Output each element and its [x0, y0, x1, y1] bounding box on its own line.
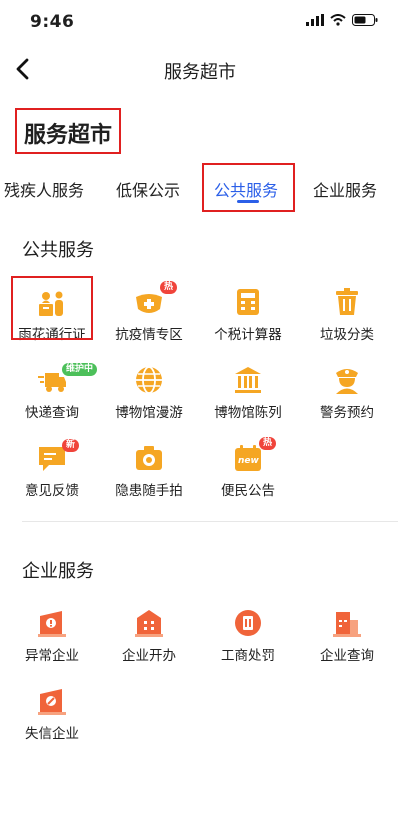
grid-item-label: 隐患随手拍	[115, 483, 183, 499]
grid-item-delivery[interactable]: 维护中 快递查询	[7, 363, 98, 435]
status-icons	[306, 14, 378, 26]
tab-enterprise-services[interactable]: 企业服务	[313, 177, 377, 201]
grid-item-label: 工商处罚	[221, 648, 275, 664]
grid-item-business-setup[interactable]: 企业开办	[104, 608, 194, 678]
grid-item-feedback[interactable]: 新 意见反馈	[7, 439, 97, 513]
grid-item-label: 快递查询	[25, 405, 79, 421]
grid-item-enterprise-search[interactable]: 企业查询	[302, 608, 392, 678]
grid-item-label: 博物馆陈列	[214, 405, 282, 421]
museum-icon	[235, 367, 261, 393]
grid-item-police[interactable]: 警务预约	[302, 365, 392, 435]
penalty-icon	[235, 610, 261, 636]
grid-item-label: 抗疫情专区	[115, 327, 183, 343]
tab-low-income[interactable]: 低保公示	[116, 177, 180, 201]
page-title-highlight: 服务超市	[15, 108, 121, 154]
grid-item-hazard-photo[interactable]: 隐患随手拍	[104, 443, 194, 513]
signal-icon	[306, 14, 324, 26]
trash-icon	[336, 288, 358, 315]
item-highlight	[11, 276, 93, 340]
section-title-public: 公共服务	[22, 240, 94, 261]
globe-icon	[136, 366, 162, 394]
calculator-icon	[237, 289, 259, 315]
battery-icon	[352, 14, 378, 26]
tab-highlight	[202, 163, 295, 212]
grid-item-penalty[interactable]: 工商处罚	[203, 608, 293, 678]
grid-item-label: 异常企业	[25, 648, 79, 664]
search-building-icon	[333, 612, 361, 637]
nav-title: 服务超市	[164, 62, 236, 83]
grid-item-label: 博物馆漫游	[115, 405, 183, 421]
grid-item-label: 垃圾分类	[320, 327, 374, 343]
section-title-enterprise: 企业服务	[22, 561, 94, 582]
grid-item-label: 企业查询	[320, 648, 374, 664]
grid-item-label: 警务预约	[320, 405, 374, 421]
grid-item-notice[interactable]: new 热 便民公告	[203, 437, 293, 513]
grid-item-garbage[interactable]: 垃圾分类	[302, 287, 392, 357]
new-badge: 新	[62, 439, 80, 452]
grid-item-epidemic[interactable]: 热 抗疫情专区	[104, 281, 194, 357]
tab-bar: 残疾人服务 低保公示 公共服务 企业服务	[0, 165, 400, 209]
maintenance-badge: 维护中	[62, 363, 98, 376]
grid-item-label: 便民公告	[221, 483, 275, 499]
building-icon	[135, 610, 163, 637]
new-sticker: new	[238, 456, 259, 466]
hot-badge: 热	[160, 281, 178, 294]
status-bar: 9:46	[0, 0, 400, 44]
epidemic-icon	[136, 294, 162, 313]
grid-item-label: 意见反馈	[25, 483, 79, 499]
tab-disabled-services[interactable]: 残疾人服务	[4, 177, 84, 201]
grid-item-label: 企业开办	[122, 648, 176, 664]
wifi-icon	[330, 14, 346, 26]
dishonest-icon	[38, 689, 66, 715]
hot-badge: 热	[259, 437, 277, 450]
grid-item-museum-tour[interactable]: 博物馆漫游	[104, 365, 194, 435]
grid-item-abnormal-enterprise[interactable]: 异常企业	[7, 608, 97, 678]
nav-bar: 服务超市	[0, 48, 400, 92]
status-time: 9:46	[30, 12, 75, 32]
section-divider	[22, 521, 398, 522]
grid-item-tax-calculator[interactable]: 个税计算器	[203, 287, 293, 357]
grid-item-label: 失信企业	[25, 726, 79, 742]
grid-item-label: 个税计算器	[214, 327, 282, 343]
police-icon	[336, 369, 358, 394]
alert-building-icon	[38, 611, 66, 637]
page-title: 服务超市	[24, 123, 113, 148]
grid-item-dishonest-enterprise[interactable]: 失信企业	[7, 686, 97, 756]
camera-icon	[136, 446, 162, 470]
grid-item-museum-exhibit[interactable]: 博物馆陈列	[203, 365, 293, 435]
